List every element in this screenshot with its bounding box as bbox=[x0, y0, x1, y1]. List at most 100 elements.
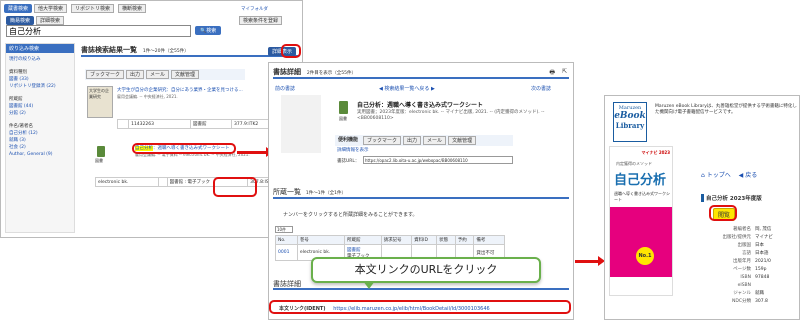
info-row: 出版社/提供元 マイナビ bbox=[722, 235, 773, 240]
mail-button[interactable]: メール bbox=[146, 70, 170, 79]
tools-label: 便利機能 bbox=[338, 137, 359, 143]
bib-detail-panel: 書誌詳細 2件目を表示（全55件） 🖶 ⇱ 前の書誌 ◀ 検索結果一覧へ戻る ▶… bbox=[268, 62, 574, 320]
book-cover: 大学生の企業研究 bbox=[87, 86, 113, 118]
sidebar: 絞り込み検索 現行の絞り込み 資料種別 図書 (33) リポジトリ登録済 (22… bbox=[5, 43, 75, 233]
print-icon[interactable]: 🖶 bbox=[549, 68, 555, 78]
cover-series: 内定獲得のメソッド bbox=[616, 161, 652, 166]
sidebar-heading: 件名/著者名 bbox=[9, 124, 34, 129]
sub-tabs: 簡易検索 詳細検索 bbox=[6, 16, 66, 25]
tab-other-univ[interactable]: 他大学検索 bbox=[34, 4, 68, 13]
bookmark-button[interactable]: ブックマーク bbox=[86, 70, 125, 79]
url-label: 書誌URL： bbox=[337, 159, 360, 164]
bookmark-button[interactable]: ブックマーク bbox=[363, 136, 402, 145]
tab-repository[interactable]: リポジトリ検索 bbox=[71, 4, 115, 13]
output-button[interactable]: 出力 bbox=[403, 136, 422, 145]
book-meta: 実用図書；2023年度版：electronic bk. -- マイナビ出版, 2… bbox=[357, 110, 545, 121]
book-title: 自己分析 2023年度版 bbox=[706, 196, 762, 202]
callout-tail bbox=[363, 281, 375, 289]
info-row: 著編者名 岡, 茂信 bbox=[733, 227, 772, 232]
cover-placeholder bbox=[281, 95, 321, 153]
cover-band bbox=[610, 207, 672, 277]
sidebar-item[interactable]: 就職 (3) bbox=[9, 137, 71, 144]
sidebar-item[interactable]: 図書館 (44) bbox=[9, 103, 71, 110]
tab-collection-search[interactable]: 蔵書検索 bbox=[4, 4, 33, 13]
table-header-row: No. 巻号 所蔵館 請求記号 資料ID 状態 予約 備考 bbox=[275, 235, 505, 245]
highlight-detail-button bbox=[281, 44, 301, 58]
section-title: 所蔵一覧 bbox=[273, 188, 301, 196]
info-row: ISBN 97848 bbox=[740, 275, 770, 280]
result-type: 図書 bbox=[95, 158, 103, 163]
search-results-panel: 蔵書検索 他大学検索 リポジトリ検索 横断検索 簡易検索 詳細検索 自己分析 🔍… bbox=[0, 0, 303, 238]
sidebar-item[interactable]: 分館 (2) bbox=[9, 110, 71, 117]
results-count: 1件〜20件（全55件） bbox=[142, 49, 189, 54]
info-row: ページ数 159p bbox=[733, 267, 767, 272]
result-title-link[interactable]: 大学生が自分の企業研究：自分にあう業界・企業を見つける... bbox=[117, 87, 243, 93]
nav-links: ⌂ トップへ ◀ 戻る bbox=[701, 170, 757, 179]
save-condition-button[interactable]: 検索条件を登録 bbox=[239, 16, 283, 25]
results-title: 書誌検索結果一覧 bbox=[81, 46, 137, 54]
output-button[interactable]: 出力 bbox=[126, 70, 145, 79]
info-row: 出版年月 2021/0 bbox=[733, 259, 771, 264]
sidebar-item[interactable]: 社会 (2) bbox=[9, 144, 71, 151]
prev-record-link[interactable]: 前の書誌 bbox=[275, 85, 295, 92]
info-row: ジャンル 就職 bbox=[733, 291, 764, 296]
callout-text: 本文リンクのURLをクリック bbox=[354, 263, 498, 276]
sidebar-item[interactable]: Author, General (9) bbox=[9, 151, 71, 158]
book-icon bbox=[97, 146, 105, 157]
reference-button[interactable]: 文献管理 bbox=[448, 136, 477, 145]
highlight-fulltext bbox=[269, 300, 571, 314]
my-folder-link[interactable]: マイフォルダ bbox=[241, 6, 268, 12]
callout-box: 本文リンクのURLをクリック bbox=[311, 257, 541, 289]
result-meta: 雇用会議編. -- 中央経済社, 2021. bbox=[117, 94, 178, 99]
book-cover: マイナビ 2023 内定獲得のメソッド 自己分析 週職へ導く書き込み式ワークシー… bbox=[609, 146, 673, 296]
top-link[interactable]: ⌂ トップへ bbox=[701, 172, 731, 179]
sidebar-item[interactable]: 自己分析 (12) bbox=[9, 130, 71, 137]
tab-cross-search[interactable]: 横断検索 bbox=[118, 4, 147, 13]
book-icon bbox=[339, 101, 348, 114]
detail-header: 書誌詳細 2件目を表示（全55件） 🖶 ⇱ bbox=[273, 67, 569, 79]
title-bar: 自己分析 2023年度版 bbox=[701, 194, 799, 202]
back-to-list-link[interactable]: ◀ 検索結果一覧へ戻る ▶ bbox=[379, 85, 435, 92]
sidebar-title: 絞り込み検索 bbox=[6, 44, 74, 53]
table-row: electronic bk. 図書館 : 電子ブック 307.8:ISE bbox=[95, 177, 295, 187]
info-row: 出版国 日本 bbox=[737, 243, 765, 248]
reference-button[interactable]: 文献管理 bbox=[171, 70, 200, 79]
show-details-link[interactable]: 詳細情報を表示 bbox=[337, 147, 369, 153]
sidebar-heading: 所蔵館 bbox=[9, 97, 23, 102]
sidebar-heading: 資料種別 bbox=[9, 70, 27, 75]
search-input[interactable]: 自己分析 bbox=[6, 25, 191, 37]
results-toolbar: ブックマーク 出力 メール 文献管理 bbox=[85, 69, 245, 80]
logo: Maruzen eBook Library bbox=[613, 102, 647, 142]
book-title: 自己分析：週職へ導く書き込み式ワークシート bbox=[357, 102, 484, 109]
page-title: 書誌詳細 bbox=[273, 68, 301, 76]
cover-badge: マイナビ 2023 bbox=[641, 150, 670, 155]
holding-table: electronic bk. 図書館 : 電子ブック 307.8:ISE bbox=[95, 177, 295, 187]
cover-yellow-badge: No.1 bbox=[636, 247, 654, 265]
header-text: Maruzen eBook Libraryは、丸善雄松堂が提供する学術書籍に特化… bbox=[655, 104, 797, 115]
bib-url-field[interactable]: https://opac2.lib.oita-u.ac.jp/webopac/B… bbox=[363, 156, 513, 164]
info-row: NDC分類 307.8 bbox=[732, 299, 768, 304]
sidebar-item[interactable]: リポジトリ登録済 (22) bbox=[9, 83, 71, 90]
cover-title: 自己分析 bbox=[614, 173, 667, 188]
search-button[interactable]: 🔍検索 bbox=[195, 26, 222, 35]
highlight-ebook-cell bbox=[213, 177, 257, 197]
tab-simple-search[interactable]: 簡易検索 bbox=[6, 16, 35, 25]
mail-button[interactable]: メール bbox=[423, 136, 447, 145]
sidebar-item[interactable]: 現行の絞り込み bbox=[9, 56, 71, 63]
cover-sub: 週職へ導く書き込み式ワークシート bbox=[614, 191, 670, 202]
sidebar-item[interactable]: 図書 (33) bbox=[9, 76, 71, 83]
library-link[interactable]: 図書館 bbox=[347, 248, 361, 253]
result-count: 2件目を表示（全55件） bbox=[306, 71, 357, 76]
next-record-link[interactable]: 次の書誌 bbox=[531, 85, 551, 92]
info-row: 言語 日本語 bbox=[742, 251, 769, 256]
per-page-select[interactable]: 10件 bbox=[275, 226, 293, 233]
holdings-hint: ナンバーをクリックすると所蔵詳細をみることができます。 bbox=[283, 212, 418, 218]
holdings-header: 所蔵一覧 1件〜1件（全1件） bbox=[273, 187, 569, 199]
info-row: eISBN bbox=[737, 283, 751, 288]
arrow-to-ebook bbox=[575, 256, 605, 266]
back-link[interactable]: ◀ 戻る bbox=[739, 172, 758, 179]
tab-advanced-search[interactable]: 詳細検索 bbox=[36, 16, 65, 25]
results-header: 書誌検索結果一覧 1件〜20件（全55件） 詳細表示 bbox=[81, 45, 299, 57]
expand-icon[interactable]: ⇱ bbox=[562, 68, 567, 75]
tools-bar: 便利機能 ブックマーク 出力 メール 文献管理 bbox=[335, 135, 513, 146]
